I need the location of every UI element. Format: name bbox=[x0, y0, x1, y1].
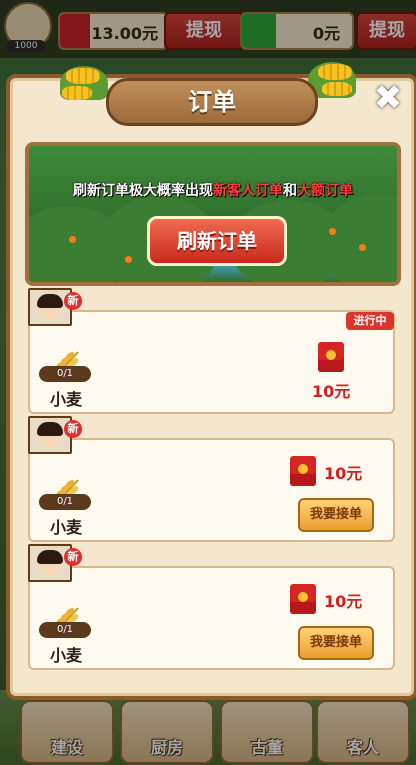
order-item-name: 小麦 bbox=[49, 390, 82, 409]
new-badge-3: 新 bbox=[64, 548, 82, 566]
new-badge-1: 新 bbox=[64, 292, 82, 310]
order-progress: 0/1 bbox=[39, 622, 91, 638]
refresh-orders-button[interactable]: 刷新订单 bbox=[147, 216, 287, 266]
order-item-name: 小麦 bbox=[49, 518, 82, 537]
corn-icon-left bbox=[56, 58, 112, 104]
modal-title: 订单 bbox=[106, 78, 318, 126]
refresh-banner: 刷新订单极大概率出现新客人订单和大额订单 刷新订单 bbox=[25, 142, 401, 286]
accept-order-button[interactable]: 我要接单 bbox=[298, 626, 374, 660]
order-reward: 10元 bbox=[312, 382, 351, 401]
banner-hint-mid: 和 bbox=[283, 183, 297, 199]
new-badge-2: 新 bbox=[64, 420, 82, 438]
red-packet-icon bbox=[290, 456, 316, 486]
order-status-in-progress: 进行中 bbox=[346, 312, 394, 330]
banner-hint-highlight-1: 新客人订单 bbox=[213, 183, 283, 199]
order-reward: 10元 bbox=[324, 464, 363, 483]
order-progress: 0/1 bbox=[39, 366, 91, 382]
order-item-name: 小麦 bbox=[49, 646, 82, 665]
order-card-3: 0/1 小麦 10元 我要接单 bbox=[28, 566, 395, 670]
banner-hint-highlight-2: 大额订单 bbox=[297, 183, 353, 199]
banner-hint-prefix: 刷新订单极大概率出现 bbox=[73, 183, 213, 199]
order-card-2: 0/1 小麦 10元 我要接单 bbox=[28, 438, 395, 542]
order-card-1: 0/1 小麦 10元 bbox=[28, 310, 395, 414]
banner-hint: 刷新订单极大概率出现新客人订单和大额订单 bbox=[29, 180, 397, 200]
red-packet-icon bbox=[290, 584, 316, 614]
order-progress: 0/1 bbox=[39, 494, 91, 510]
order-reward: 10元 bbox=[324, 592, 363, 611]
red-packet-icon bbox=[318, 342, 344, 372]
accept-order-button[interactable]: 我要接单 bbox=[298, 498, 374, 532]
close-icon[interactable]: ✖ bbox=[372, 81, 404, 115]
